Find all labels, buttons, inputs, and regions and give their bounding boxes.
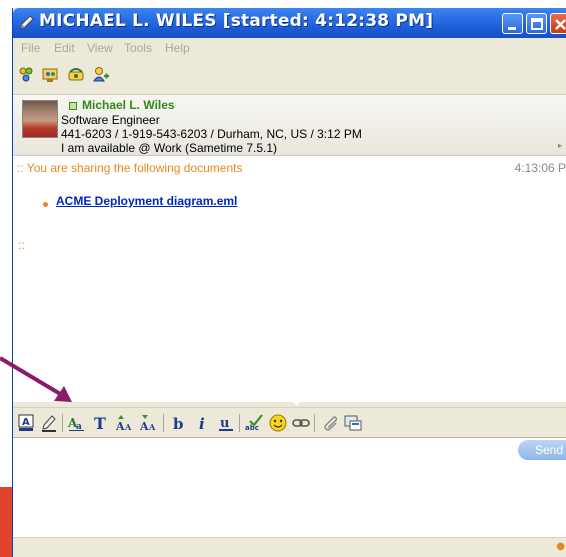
text-size-icon[interactable]: T bbox=[91, 413, 111, 433]
svg-text:A: A bbox=[22, 417, 30, 428]
shared-document-link[interactable]: ACME Deployment diagram.eml bbox=[56, 194, 237, 208]
highlight-icon[interactable] bbox=[39, 413, 59, 433]
shrink-font-icon[interactable]: A A bbox=[139, 413, 159, 433]
emoticon-icon[interactable] bbox=[268, 413, 288, 433]
toolbar-separator bbox=[239, 414, 240, 432]
contact-title: Software Engineer bbox=[61, 113, 160, 127]
contact-status: I am available @ Work (Sametime 7.5.1) bbox=[61, 141, 278, 155]
text-color-icon[interactable]: A bbox=[16, 413, 36, 433]
bullet-icon bbox=[43, 202, 48, 207]
spell-check-icon[interactable]: abc bbox=[244, 413, 264, 433]
underline-icon[interactable]: u bbox=[216, 413, 236, 433]
menu-tools[interactable]: Tools bbox=[124, 41, 152, 55]
formatting-toolbar: A A a T A A A A b i u abc bbox=[13, 407, 566, 437]
close-button[interactable] bbox=[550, 13, 566, 34]
splitter-grip-icon bbox=[293, 402, 301, 406]
pencil-icon bbox=[20, 15, 34, 29]
svg-text:A: A bbox=[139, 420, 149, 433]
toolbar-separator bbox=[314, 414, 315, 432]
phone-icon[interactable] bbox=[67, 66, 85, 84]
italic-icon[interactable]: i bbox=[192, 413, 212, 433]
window-title: MICHAEL L. WILES [started: 4:12:38 PM] bbox=[39, 11, 434, 31]
svg-text:u: u bbox=[220, 416, 229, 431]
maximize-icon bbox=[531, 18, 543, 30]
conference-icon[interactable] bbox=[41, 66, 59, 84]
add-contact-icon[interactable] bbox=[92, 66, 110, 84]
contact-info-panel: Michael L. Wiles Software Engineer 441-6… bbox=[13, 94, 566, 156]
chat-transcript: :: You are sharing the following documen… bbox=[13, 156, 566, 402]
minimize-button[interactable] bbox=[502, 13, 523, 34]
status-available-icon bbox=[69, 102, 77, 110]
svg-text:i: i bbox=[199, 415, 205, 433]
message-separator: :: bbox=[18, 238, 25, 252]
status-bar: ● bbox=[13, 537, 566, 557]
menu-view[interactable]: View bbox=[87, 41, 113, 55]
invite-people-icon[interactable] bbox=[17, 66, 35, 84]
message-timestamp: 4:13:06 P bbox=[514, 161, 566, 175]
svg-text:A: A bbox=[115, 420, 125, 433]
attach-icon[interactable] bbox=[319, 413, 339, 433]
svg-text:T: T bbox=[94, 414, 106, 433]
status-indicator-icon: ● bbox=[556, 541, 565, 552]
contact-name[interactable]: Michael L. Wiles bbox=[82, 98, 175, 112]
svg-text:b: b bbox=[173, 415, 184, 433]
link-icon[interactable] bbox=[291, 413, 311, 433]
menu-bar: File Edit View Tools Help bbox=[13, 38, 566, 58]
grow-font-icon[interactable]: A A bbox=[115, 413, 135, 433]
screen-capture-icon[interactable] bbox=[343, 413, 363, 433]
svg-text:A: A bbox=[148, 422, 156, 432]
contact-details: 441-6203 / 1-919-543-6203 / Durham, NC, … bbox=[61, 127, 362, 141]
message-input[interactable]: Send bbox=[13, 437, 566, 537]
chevron-right-icon[interactable]: ▸ bbox=[558, 141, 566, 151]
menu-file[interactable]: File bbox=[21, 41, 40, 55]
minimize-icon bbox=[508, 27, 516, 30]
toolbar-separator bbox=[163, 414, 164, 432]
bold-icon[interactable]: b bbox=[168, 413, 188, 433]
menu-edit[interactable]: Edit bbox=[54, 41, 75, 55]
close-icon bbox=[555, 19, 566, 30]
svg-text:abc: abc bbox=[245, 424, 259, 432]
svg-text:A: A bbox=[124, 422, 132, 432]
title-bar[interactable]: MICHAEL L. WILES [started: 4:12:38 PM] bbox=[13, 8, 566, 38]
chat-window: MICHAEL L. WILES [started: 4:12:38 PM] F… bbox=[12, 8, 566, 557]
menu-help[interactable]: Help bbox=[165, 41, 190, 55]
avatar bbox=[22, 100, 58, 138]
maximize-button[interactable] bbox=[526, 13, 547, 34]
system-message: :: You are sharing the following documen… bbox=[17, 161, 243, 175]
font-icon[interactable]: A a bbox=[67, 413, 87, 433]
background-accent-bar bbox=[0, 487, 12, 557]
toolbar-separator bbox=[62, 414, 63, 432]
send-button[interactable]: Send bbox=[518, 440, 566, 460]
action-toolbar bbox=[13, 58, 566, 94]
